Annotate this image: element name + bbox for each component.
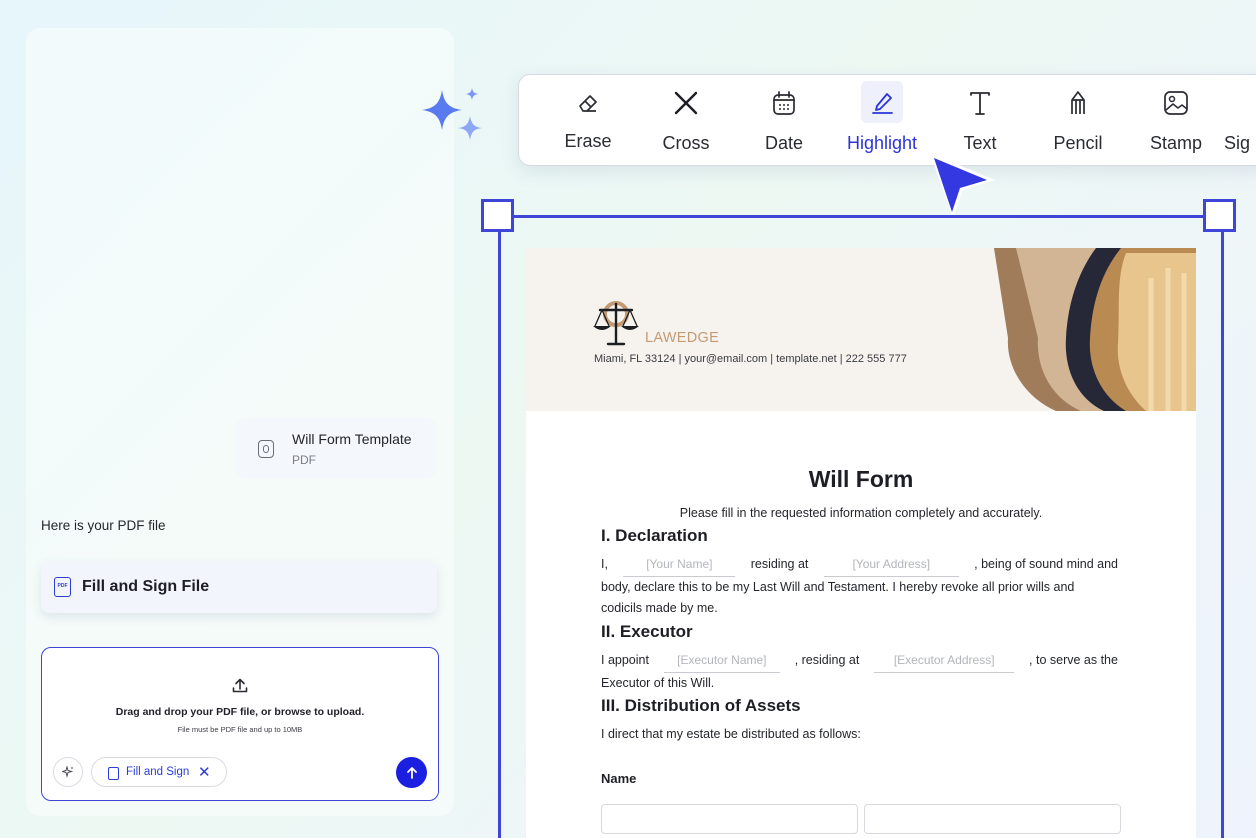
attached-file-card[interactable]: Will Form Template PDF (236, 418, 436, 478)
arrow-up-icon (406, 766, 417, 779)
tool-erase[interactable]: Erase (540, 75, 636, 165)
fill-and-sign-file-label: Fill and Sign File (82, 578, 210, 595)
tool-stamp[interactable]: Stamp (1128, 75, 1224, 165)
annotation-toolbar: Erase Cross Date Highlight Text Pencil S… (518, 74, 1256, 166)
distribution-line: I direct that my estate be distributed a… (601, 727, 861, 741)
ai-sparkle-button[interactable] (53, 757, 83, 787)
eraser-icon (579, 95, 597, 112)
text-span: residing at (750, 557, 809, 571)
file-limit-text: File must be PDF file and up to 10MB (177, 725, 303, 734)
text-icon (970, 92, 990, 115)
chip-label: Fill and Sign (126, 766, 190, 778)
contact-line: Miami, FL 33124 | your@email.com | templ… (594, 353, 907, 365)
tool-pencil-label: Pencil (1053, 133, 1103, 153)
resize-handle-top-right[interactable] (1203, 199, 1236, 232)
beneficiary-detail-input[interactable] (864, 804, 1121, 834)
sparkles-icon (422, 88, 482, 140)
pencil-icon (1071, 91, 1085, 114)
beneficiary-name-input[interactable] (601, 804, 858, 834)
sparkle-icon (62, 766, 74, 778)
tool-erase-label: Erase (564, 131, 612, 151)
brand-name: LAWEDGE (645, 330, 720, 346)
document-title: Will Form (808, 466, 914, 492)
declaration-line-3: codicils made by me. (601, 601, 718, 615)
fill-and-sign-file-button[interactable]: PDF Fill and Sign File (41, 561, 437, 613)
calendar-icon (773, 91, 795, 115)
executor-name-field[interactable]: [Executor Name] (663, 650, 780, 673)
stamp-icon (1164, 91, 1188, 115)
file-name: Will Form Template (292, 431, 412, 447)
upload-icon (232, 678, 248, 693)
fill-and-sign-chip[interactable]: Fill and Sign ✕ (91, 757, 227, 787)
declaration-paragraph: I, [Your Name] residing at [Your Address… (601, 554, 1118, 620)
text-span: , to serve as the (1029, 653, 1118, 667)
tool-highlight[interactable]: Highlight (834, 75, 930, 165)
document-header: LAWEDGE Miami, FL 33124 | your@email.com… (526, 248, 1196, 411)
section-heading-declaration: I. Declaration (601, 526, 708, 545)
send-button[interactable] (396, 757, 427, 788)
section-heading-executor: II. Executor (601, 622, 693, 641)
executor-address-field[interactable]: [Executor Address] (874, 650, 1015, 673)
text-span: , residing at (794, 653, 860, 667)
upload-dropzone[interactable]: Drag and drop your PDF file, or browse t… (41, 647, 439, 801)
executor-line-2: Executor of this Will. (601, 675, 715, 690)
name-label: Name (601, 771, 637, 786)
cross-icon (674, 91, 698, 115)
resize-handle-top-left[interactable] (481, 199, 514, 232)
section-heading-distribution: III. Distribution of Assets (601, 696, 801, 715)
tool-cross-label: Cross (662, 133, 710, 153)
will-form-document: LAWEDGE Miami, FL 33124 | your@email.com… (526, 248, 1196, 838)
tool-signature-label: Sig (1224, 133, 1251, 153)
tool-signature[interactable]: Sig (1214, 75, 1256, 165)
chip-close-icon[interactable]: ✕ (198, 763, 211, 781)
text-span: I appoint (601, 653, 649, 667)
tool-date[interactable]: Date (736, 75, 832, 165)
tool-pencil[interactable]: Pencil (1030, 75, 1126, 165)
declaration-line-2: body, declare this to be my Last Will an… (601, 579, 1075, 594)
drag-drop-text: Drag and drop your PDF file, or browse t… (115, 706, 365, 718)
assistant-message: Here is your PDF file (41, 518, 166, 533)
tool-highlight-label: Highlight (846, 133, 918, 153)
file-type: PDF (292, 453, 316, 467)
text-span: I, (601, 557, 608, 571)
your-name-field[interactable]: [Your Name] (623, 554, 736, 577)
cursor-arrow-icon (930, 153, 995, 218)
your-address-field[interactable]: [Your Address] (823, 554, 959, 577)
declaration-line-1: I, [Your Name] residing at [Your Address… (601, 554, 1118, 577)
document-intro: Please fill in the requested information… (679, 506, 1043, 520)
executor-line-1: I appoint [Executor Name] , residing at … (601, 650, 1118, 673)
tool-date-label: Date (764, 133, 804, 153)
scales-of-justice-logo (593, 301, 639, 346)
building-header-art (994, 248, 1196, 411)
text-span: , being of sound mind and (974, 557, 1118, 571)
highlighter-icon (872, 93, 893, 114)
attachment-icon (258, 440, 274, 458)
pdf-icon (108, 767, 119, 780)
tool-cross[interactable]: Cross (638, 75, 734, 165)
tool-stamp-label: Stamp (1149, 133, 1203, 153)
pdf-icon: PDF (54, 577, 71, 597)
chat-panel: Will Form Template PDF Here is your PDF … (26, 28, 454, 816)
executor-paragraph: I appoint [Executor Name] , residing at … (601, 650, 1118, 694)
